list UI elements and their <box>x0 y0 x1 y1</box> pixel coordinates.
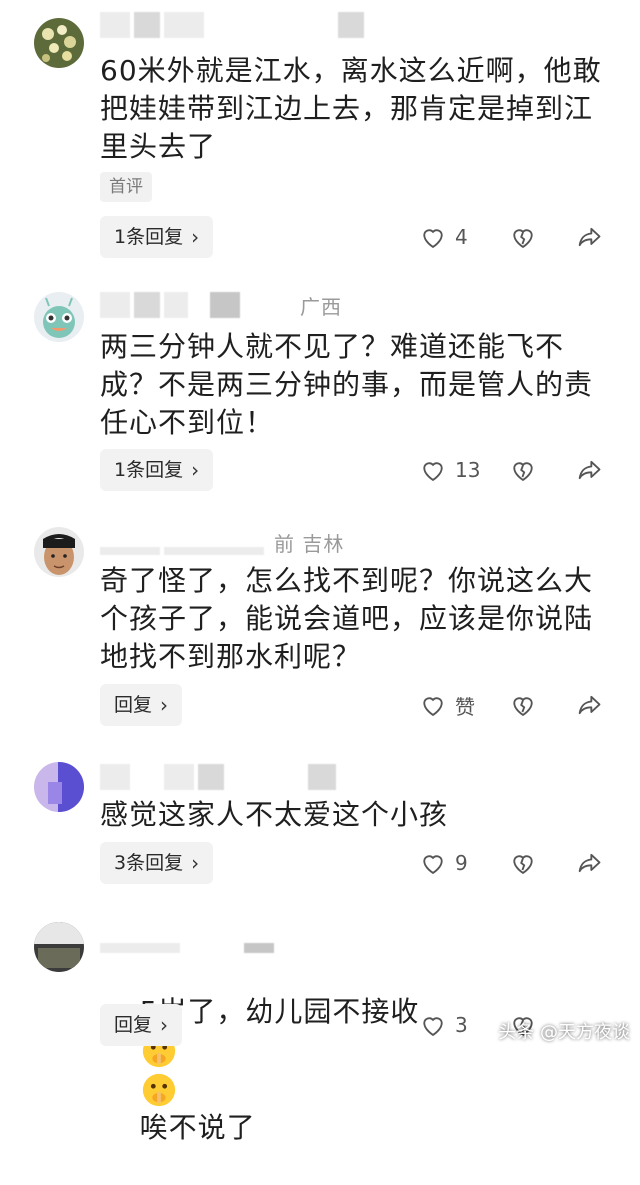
share-button[interactable] <box>575 449 603 491</box>
avatar[interactable] <box>34 292 84 342</box>
comment-actions: 13 <box>415 449 615 491</box>
share-arrow-icon <box>578 227 601 247</box>
reply-label: 1条回复 <box>114 459 184 481</box>
avatar[interactable] <box>34 762 84 812</box>
comment-meta: 前 吉林 <box>100 527 344 557</box>
like-count: 3 <box>455 1013 468 1037</box>
reply-button[interactable]: 3条回复 › <box>100 842 214 884</box>
reply-button[interactable]: 回复 › <box>100 684 183 726</box>
avatar[interactable] <box>34 527 84 577</box>
reply-label: 3条回复 <box>114 852 184 874</box>
share-arrow-icon <box>578 460 601 480</box>
share-arrow-icon <box>578 695 601 715</box>
like-button[interactable]: 赞 <box>419 684 475 726</box>
reply-button[interactable]: 回复 › <box>100 1004 183 1046</box>
like-count: 赞 <box>455 694 475 719</box>
dislike-button[interactable] <box>509 684 537 726</box>
reply-label: 1条回复 <box>114 226 184 248</box>
chevron-right-icon: › <box>191 225 200 249</box>
share-button[interactable] <box>575 684 603 726</box>
chevron-right-icon: › <box>160 693 169 717</box>
time-location-label: 前 吉林 <box>274 531 345 556</box>
comment-actions: 赞 <box>415 684 615 726</box>
reply-button[interactable]: 1条回复 › <box>100 216 214 258</box>
reply-label: 回复 <box>114 694 153 716</box>
first-comment-badge: 首评 <box>100 172 152 202</box>
location-label: 广西 <box>300 294 342 319</box>
comment-text: 60米外就是江水，离水这么近啊，他敢把娃娃带到江边上去，那肯定是掉到江里头去了 <box>100 54 602 163</box>
watermark: 头条 @天方夜谈 <box>498 1022 630 1043</box>
comment-text: 5岁了，幼儿园不接收 唉不说了 <box>100 955 605 1185</box>
reply-label: 回复 <box>114 1014 153 1036</box>
share-button[interactable] <box>575 216 603 258</box>
share-arrow-icon <box>578 853 601 873</box>
chevron-right-icon: › <box>191 851 200 875</box>
broken-heart-icon <box>513 855 533 875</box>
chevron-right-icon: › <box>191 458 200 482</box>
like-button[interactable]: 3 <box>419 1004 468 1046</box>
like-count: 4 <box>455 225 468 249</box>
heart-outline-icon <box>423 1017 443 1037</box>
comment-meta <box>100 926 278 956</box>
comment-meta: 广西 <box>100 290 342 320</box>
avatar[interactable] <box>34 18 84 68</box>
heart-outline-icon <box>423 229 443 249</box>
comment-text: 感觉这家人不太爱这个小孩 <box>100 798 449 831</box>
comment-actions: 9 <box>415 842 615 884</box>
like-count: 13 <box>455 458 481 482</box>
dislike-button[interactable] <box>509 842 537 884</box>
dislike-button[interactable] <box>509 216 537 258</box>
broken-heart-icon <box>513 229 533 249</box>
like-button[interactable]: 13 <box>419 449 480 491</box>
comment-actions: 4 <box>415 216 615 258</box>
comment-text-part: 唉不说了 <box>139 1111 256 1144</box>
comment-text: 奇了怪了，怎么找不到呢？你说这么大个孩子了，能说会道吧，应该是你说陆地找不到那水… <box>100 564 594 673</box>
chevron-right-icon: › <box>160 1013 169 1037</box>
comment-text: 两三分钟人就不见了？难道还能飞不成？不是两三分钟的事，而是管人的责任心不到位！ <box>100 330 594 439</box>
reply-button[interactable]: 1条回复 › <box>100 449 214 491</box>
comment-meta <box>100 762 340 792</box>
like-button[interactable]: 9 <box>419 842 468 884</box>
heart-outline-icon <box>423 697 443 717</box>
heart-outline-icon <box>423 855 443 875</box>
avatar[interactable] <box>34 922 84 972</box>
broken-heart-icon <box>513 462 533 482</box>
comment-meta <box>100 10 368 40</box>
shushing-face-emoji <box>142 1073 175 1107</box>
like-button[interactable]: 4 <box>419 216 468 258</box>
broken-heart-icon <box>513 697 533 717</box>
share-button[interactable] <box>575 842 603 884</box>
dislike-button[interactable] <box>509 449 537 491</box>
heart-outline-icon <box>423 462 443 482</box>
like-count: 9 <box>455 851 468 875</box>
